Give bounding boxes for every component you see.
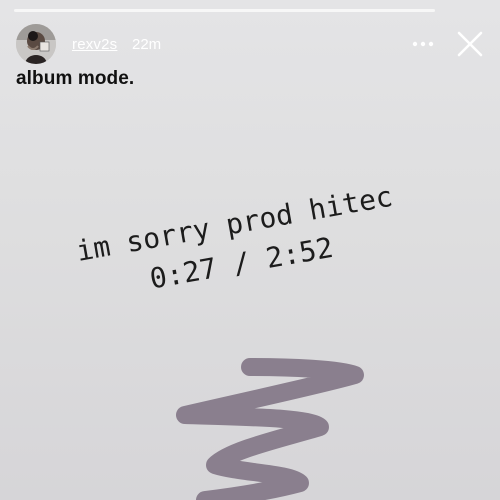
close-icon: [457, 31, 483, 57]
avatar-photo: [16, 24, 56, 64]
story-progress-bar: [14, 9, 435, 12]
post-timestamp: 22m: [132, 36, 162, 53]
avatar[interactable]: [16, 24, 56, 64]
more-horizontal-icon: [412, 41, 434, 47]
username-link[interactable]: rexv2s: [72, 36, 117, 53]
music-sticker[interactable]: im sorry prod hitec 0:27 / 2:52: [24, 168, 452, 320]
more-options-button[interactable]: [410, 32, 436, 56]
close-button[interactable]: [454, 28, 486, 60]
story-header: rexv2s 22m: [16, 24, 486, 64]
story-caption: album mode.: [16, 68, 135, 89]
squiggle-drawing: [176, 358, 364, 500]
